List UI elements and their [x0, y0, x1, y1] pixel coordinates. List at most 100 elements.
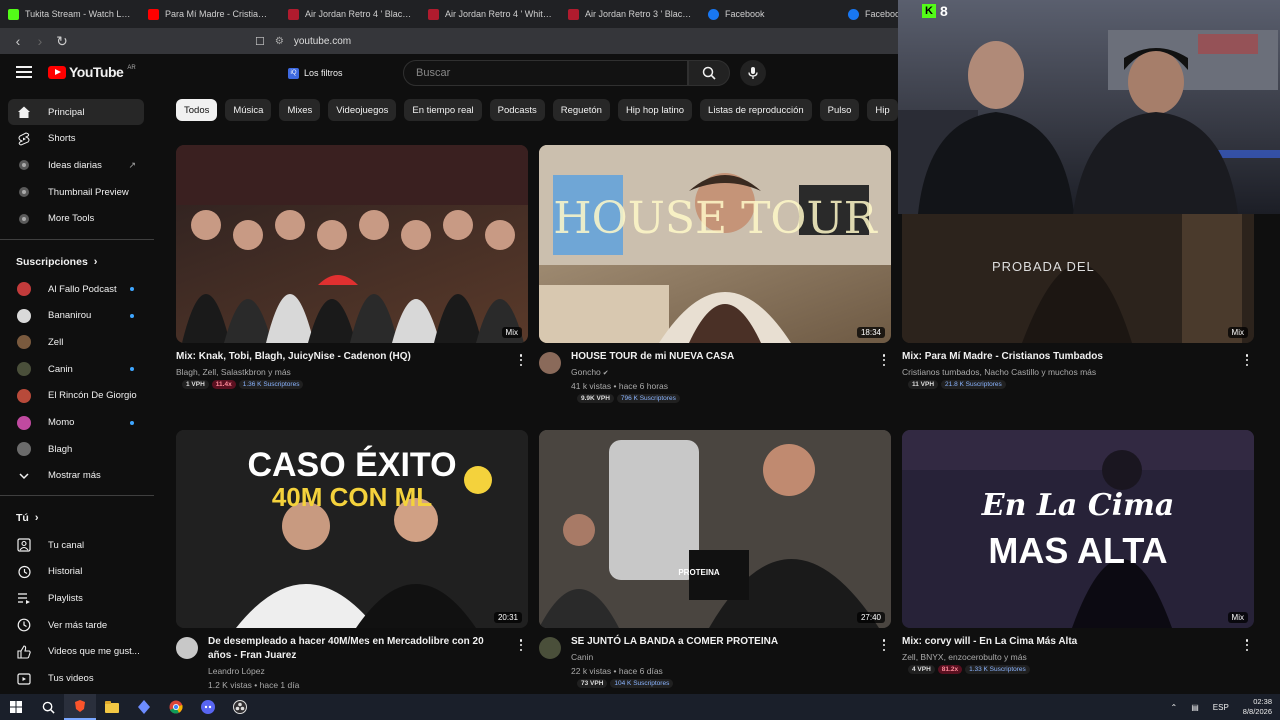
chip-7[interactable]: Hip hop latino — [617, 99, 693, 121]
chip-4[interactable]: En tiempo real — [404, 99, 482, 121]
subscription-item[interactable]: Al Fallo Podcast — [8, 276, 144, 302]
reload-icon[interactable]: ↻ — [52, 31, 72, 51]
channel-name[interactable]: Blagh, Zell, Salastkbron y más — [176, 365, 291, 379]
url-field[interactable]: ☐ ⚙ youtube.com — [255, 31, 895, 51]
subscription-item[interactable]: Canin — [8, 356, 144, 382]
browser-tab[interactable]: Air Jordan Retro 3 ' Black Cat — [560, 0, 700, 28]
jordan-favicon-icon — [288, 8, 299, 20]
browser-tab[interactable]: Facebook — [700, 0, 840, 28]
video-views-age: 41 k vistas • hace 6 horas — [571, 381, 668, 391]
sidebar-item-your-videos[interactable]: Tus videos — [8, 666, 144, 692]
more-actions-icon[interactable] — [519, 354, 523, 366]
browser-tab[interactable]: Para Mí Madre - Cristianos Tum — [140, 0, 280, 28]
video-thumbnail[interactable]: HOUSE TOUR 18:34 — [539, 145, 891, 343]
brave-browser-icon[interactable] — [64, 694, 96, 720]
channel-avatar[interactable] — [539, 352, 561, 374]
more-actions-icon[interactable] — [519, 639, 523, 651]
channel-name[interactable]: Zell, BNYX, enzocerobulto y más — [902, 650, 1027, 664]
channel-name[interactable]: Leandro López — [208, 664, 265, 678]
sidebar-item-principal[interactable]: Principal — [8, 99, 144, 125]
voice-search-button[interactable] — [740, 60, 766, 86]
sidebar-item-watch-later[interactable]: Ver más tarde — [8, 612, 144, 638]
youtube-logo[interactable]: YouTube AR — [48, 64, 136, 80]
menu-icon[interactable] — [16, 66, 32, 78]
sidebar-item-label: Ver más tarde — [48, 619, 108, 631]
chip-0[interactable]: Todos — [176, 99, 218, 121]
video-title[interactable]: Mix: Knak, Tobi, Blagh, JuicyNise - Cade… — [176, 350, 498, 364]
channel-name[interactable]: Cristianos tumbados, Nacho Castillo y mu… — [902, 365, 1096, 379]
more-actions-icon[interactable] — [1245, 639, 1249, 651]
subscriptions-heading[interactable]: Suscripciones › — [16, 256, 97, 268]
more-actions-icon[interactable] — [882, 639, 886, 651]
obs-icon[interactable] — [224, 694, 256, 720]
subscription-item[interactable]: Zell — [8, 329, 144, 355]
chip-5[interactable]: Podcasts — [489, 99, 545, 121]
subscription-item[interactable]: Momo — [8, 410, 144, 436]
clock[interactable]: 02:38 8/8/2026 — [1243, 697, 1272, 717]
site-info-icon[interactable]: ⚙ — [275, 36, 284, 47]
subscription-item[interactable]: Blagh — [8, 436, 144, 462]
browser-tab[interactable]: Tukita Stream - Watch Live — [0, 0, 140, 28]
badge-text: Mix — [505, 328, 518, 337]
sidebar-item-playlists[interactable]: Playlists — [8, 585, 144, 611]
chip-10[interactable]: Hip — [867, 99, 898, 121]
show-more-button[interactable]: Mostrar más — [8, 463, 144, 489]
video-thumbnail[interactable]: Mix — [176, 145, 528, 343]
file-explorer-icon[interactable] — [96, 694, 128, 720]
sidebar-item-like[interactable]: Videos que me gust... — [8, 639, 144, 665]
video-title[interactable]: SE JUNTÓ LA BANDA a COMER PROTEINA — [571, 635, 861, 649]
you-heading[interactable]: Tú › — [16, 512, 39, 524]
windows-start-icon[interactable] — [0, 694, 32, 720]
channel-name[interactable]: Canin — [571, 650, 593, 664]
chip-6[interactable]: Reguetón — [552, 99, 610, 121]
search-button[interactable] — [688, 60, 730, 86]
video-thumbnail[interactable]: CASO ÉXITO 40M CON ML 20:31 — [176, 430, 528, 628]
browser-tab[interactable]: Air Jordan Retro 4 ' White Thu — [420, 0, 560, 28]
sidebar-item-label: Blagh — [48, 443, 73, 455]
thumbnail-art — [539, 430, 891, 628]
you-title: Tú — [16, 512, 29, 524]
subscription-item[interactable]: Bananirou — [8, 303, 144, 329]
sidebar-item-ideas-diarias[interactable]: Ideas diarias ↗ — [8, 152, 144, 178]
browser-tab[interactable]: Air Jordan Retro 4 ' Black Cat — [280, 0, 420, 28]
sidebar-item-thumbnail-preview[interactable]: Thumbnail Preview — [8, 179, 144, 205]
taskbar-search-icon[interactable] — [32, 694, 64, 720]
bookmark-icon[interactable]: ☐ — [255, 35, 265, 48]
chip-8[interactable]: Listas de reproducción — [700, 99, 812, 121]
sidebar-item-label: Momo — [48, 417, 75, 428]
video-thumbnail[interactable]: En La Cima MAS ALTA Mix — [902, 430, 1254, 628]
discord-icon[interactable] — [192, 694, 224, 720]
language-indicator[interactable]: ESP — [1213, 703, 1229, 712]
forward-icon[interactable]: › — [30, 31, 50, 51]
network-icon[interactable]: ▤ — [1191, 703, 1199, 712]
sidebar-item-history[interactable]: Historial — [8, 559, 144, 585]
chip-1[interactable]: Música — [225, 99, 272, 121]
video-title[interactable]: Mix: Para Mí Madre - Cristianos Tumbados — [902, 350, 1224, 364]
sidebar-item-shorts[interactable]: Shorts — [8, 126, 144, 152]
video-title[interactable]: Mix: corvy will - En La Cima Más Alta — [902, 635, 1224, 649]
sidebar-item-more-tools[interactable]: More Tools — [8, 206, 144, 232]
microphone-icon — [748, 67, 758, 79]
channel-avatar[interactable] — [176, 637, 198, 659]
stat-badge: 104 K Suscriptores — [610, 679, 674, 688]
jordan-favicon-icon — [568, 8, 579, 20]
windows-taskbar: ⌃ ▤ ESP 02:38 8/8/2026 — [0, 694, 1280, 720]
tray-expand-icon[interactable]: ⌃ — [1171, 703, 1178, 712]
chrome-icon[interactable] — [160, 694, 192, 720]
video-thumbnail[interactable]: PROTEINA 27:40 — [539, 430, 891, 628]
badge-text: Mix — [1231, 328, 1244, 337]
search-input[interactable]: Buscar — [403, 60, 688, 86]
subscription-item[interactable]: El Rincón De Giorgio — [8, 383, 144, 409]
filters-button[interactable]: iQ Los filtros — [282, 62, 349, 84]
chip-2[interactable]: Mixes — [279, 99, 321, 121]
sidebar-item-channel[interactable]: Tu canal — [8, 532, 144, 558]
more-actions-icon[interactable] — [882, 354, 886, 366]
back-icon[interactable]: ‹ — [8, 31, 28, 51]
chip-9[interactable]: Pulso — [819, 99, 860, 121]
app-icon[interactable] — [128, 694, 160, 720]
video-title[interactable]: De desempleado a hacer 40M/Mes en Mercad… — [208, 635, 498, 663]
video-title[interactable]: HOUSE TOUR de mi NUEVA CASA — [571, 350, 861, 364]
channel-avatar[interactable] — [539, 637, 561, 659]
chip-3[interactable]: Videojuegos — [328, 99, 397, 121]
more-actions-icon[interactable] — [1245, 354, 1249, 366]
